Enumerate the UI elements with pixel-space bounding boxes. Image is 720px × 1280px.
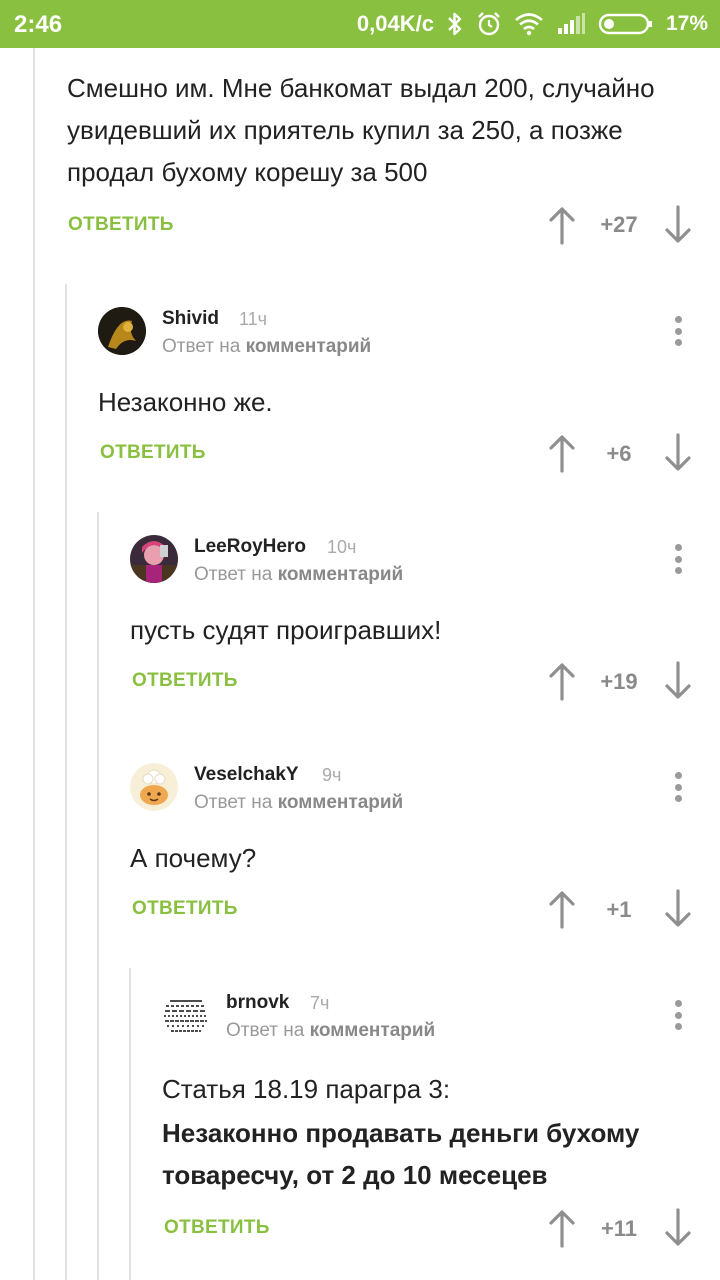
reply-button[interactable]: ОТВЕТИТЬ <box>68 214 174 236</box>
reply-info[interactable]: Ответ на комментарий <box>194 564 403 586</box>
alarm-icon <box>478 12 500 36</box>
reply-target[interactable]: комментарий <box>278 564 404 585</box>
reply-target[interactable]: комментарий <box>246 336 372 357</box>
reply-prefix: Ответ на <box>162 336 241 357</box>
reply-prefix: Ответ на <box>194 792 273 813</box>
reply-button[interactable]: ОТВЕТИТЬ <box>132 898 238 920</box>
upvote-arrow-icon[interactable] <box>546 205 578 245</box>
comment-time: 7ч <box>310 993 330 1013</box>
wifi-icon <box>515 13 543 36</box>
downvote-arrow-icon[interactable] <box>662 433 694 473</box>
reply-prefix: Ответ на <box>226 1020 305 1041</box>
comment-text-bold: Незаконно продавать деньги бухому товаре… <box>162 1118 640 1190</box>
upvote-arrow-icon[interactable] <box>546 1208 578 1248</box>
battery-icon <box>598 13 652 35</box>
vote-score: +11 <box>600 1216 638 1241</box>
avatar[interactable] <box>162 991 210 1039</box>
network-speed: 0,04K/c <box>356 11 434 36</box>
more-options-icon[interactable] <box>668 539 688 579</box>
status-time: 2:46 <box>14 11 63 38</box>
reply-prefix: Ответ на <box>194 564 273 585</box>
vote-score: +19 <box>600 669 638 694</box>
comment-text: Незаконно же. <box>98 387 273 417</box>
comment-text: А почему? <box>130 843 257 873</box>
thread-line <box>129 968 131 1280</box>
reply-button[interactable]: ОТВЕТИТЬ <box>132 670 238 692</box>
more-options-icon[interactable] <box>668 767 688 807</box>
vote-score: +1 <box>606 897 632 922</box>
vote-score: +6 <box>606 441 632 466</box>
avatar[interactable] <box>130 535 178 583</box>
reply-info[interactable]: Ответ на комментарий <box>162 336 371 358</box>
comment-time: 9ч <box>322 765 342 785</box>
battery-percent: 17% <box>665 12 708 35</box>
avatar[interactable] <box>98 307 146 355</box>
reply-button[interactable]: ОТВЕТИТЬ <box>100 442 206 464</box>
thread-line <box>33 48 35 1280</box>
upvote-arrow-icon[interactable] <box>546 433 578 473</box>
username[interactable]: LeeRoyHero <box>194 536 306 558</box>
thread-line <box>97 512 99 1280</box>
upvote-arrow-icon[interactable] <box>546 889 578 929</box>
reply-target[interactable]: комментарий <box>278 792 404 813</box>
bluetooth-icon <box>448 12 462 36</box>
reply-info[interactable]: Ответ на комментарий <box>226 1020 435 1042</box>
username[interactable]: brnovk <box>226 992 289 1014</box>
downvote-arrow-icon[interactable] <box>662 661 694 701</box>
comment-time: 11ч <box>239 309 268 329</box>
reply-info[interactable]: Ответ на комментарий <box>194 792 403 814</box>
status-bar: 2:46 0,04K/c 17% <box>0 0 720 48</box>
more-options-icon[interactable] <box>668 995 688 1035</box>
vote-score: +27 <box>600 212 638 237</box>
comment-text: Статья 18.19 парагра 3: <box>162 1074 451 1104</box>
reply-button[interactable]: ОТВЕТИТЬ <box>164 1217 270 1239</box>
comment-time: 10ч <box>327 537 357 557</box>
upvote-arrow-icon[interactable] <box>546 661 578 701</box>
more-options-icon[interactable] <box>668 311 688 351</box>
downvote-arrow-icon[interactable] <box>662 1208 694 1248</box>
signal-icon <box>557 13 585 34</box>
downvote-arrow-icon[interactable] <box>662 889 694 929</box>
username[interactable]: VeselchakY <box>194 764 299 786</box>
comment-text: Смешно им. Мне банкомат выдал 200, случа… <box>67 73 655 187</box>
reply-target[interactable]: комментарий <box>310 1020 436 1041</box>
downvote-arrow-icon[interactable] <box>662 205 694 245</box>
thread-line <box>65 284 67 1280</box>
username[interactable]: Shivid <box>162 308 219 330</box>
comment-text: пусть судят проигравших! <box>130 615 442 645</box>
avatar[interactable] <box>130 763 178 811</box>
